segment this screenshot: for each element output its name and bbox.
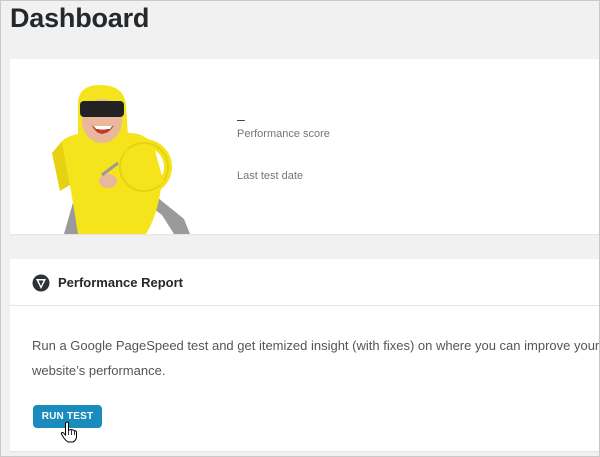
performance-score-value: –	[237, 111, 245, 127]
hand-cursor-icon	[60, 421, 77, 443]
performance-score-label: Performance score	[237, 128, 330, 140]
report-header: Performance Report	[10, 259, 599, 306]
report-description: Run a Google PageSpeed test and get item…	[32, 338, 600, 378]
page-title: Dashboard	[10, 3, 150, 33]
last-test-date-label: Last test date	[237, 170, 304, 182]
report-title: Performance Report	[58, 275, 183, 290]
mascot-illustration	[52, 85, 190, 234]
dashboard-page: Dashboard – Performance score Last test …	[0, 0, 600, 457]
performance-score-card: – Performance score Last test date	[10, 59, 599, 234]
performance-report-card: Performance Report Run a Google PageSpee…	[10, 259, 599, 451]
pagespeed-icon	[32, 274, 50, 292]
